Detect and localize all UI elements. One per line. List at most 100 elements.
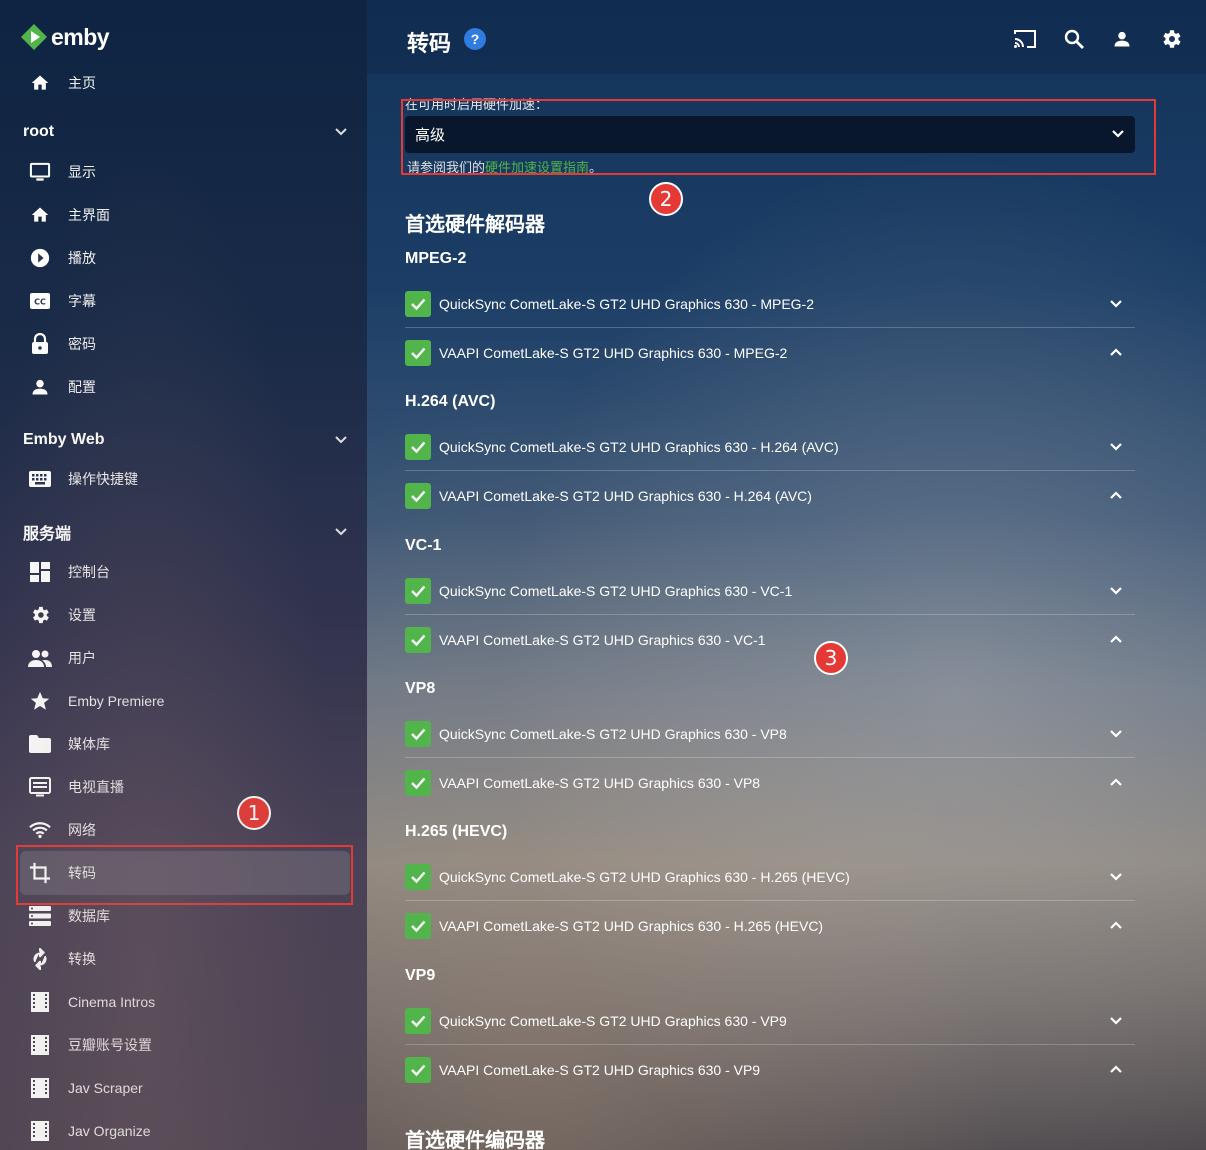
sidebar-item-settings[interactable]: 设置 bbox=[20, 593, 350, 637]
enabled-checkbox[interactable] bbox=[405, 864, 431, 890]
enabled-checkbox[interactable] bbox=[405, 434, 431, 460]
decoder-row[interactable]: VAAPI CometLake-S GT2 UHD Graphics 630 -… bbox=[405, 759, 1135, 806]
decoder-row[interactable]: VAAPI CometLake-S GT2 UHD Graphics 630 -… bbox=[405, 902, 1135, 949]
checkmark-icon bbox=[409, 438, 427, 456]
checkmark-icon bbox=[409, 344, 427, 362]
plugin-icon bbox=[28, 1119, 52, 1143]
decoder-row[interactable]: QuickSync CometLake-S GT2 UHD Graphics 6… bbox=[405, 854, 1135, 901]
hw-accel-value: 高级 bbox=[415, 127, 446, 144]
decoder-row[interactable]: QuickSync CometLake-S GT2 UHD Graphics 6… bbox=[405, 998, 1135, 1045]
enabled-checkbox[interactable] bbox=[405, 769, 431, 796]
chevron-down-icon[interactable] bbox=[1109, 870, 1123, 887]
decoder-row[interactable]: VAAPI CometLake-S GT2 UHD Graphics 630 -… bbox=[405, 616, 1135, 663]
enabled-checkbox[interactable] bbox=[405, 626, 431, 653]
sidebar-item-transcoding[interactable]: 转码 bbox=[20, 851, 350, 895]
checkmark-icon bbox=[409, 295, 427, 313]
sidebar-item-home-screen[interactable]: 主界面 bbox=[20, 193, 350, 237]
search-icon[interactable] bbox=[1061, 26, 1087, 52]
decoder-row[interactable]: QuickSync CometLake-S GT2 UHD Graphics 6… bbox=[405, 424, 1135, 471]
plugin-icon bbox=[28, 1076, 52, 1100]
hint-prefix: 请参阅我们的 bbox=[407, 160, 486, 175]
enabled-checkbox[interactable] bbox=[405, 482, 431, 509]
decoder-label: VAAPI CometLake-S GT2 UHD Graphics 630 -… bbox=[439, 774, 761, 791]
sidebar-item-label: 豆瓣账号设置 bbox=[68, 1037, 152, 1053]
hw-accel-guide-link[interactable]: 硬件加速设置指南 bbox=[485, 160, 589, 175]
decoder-label: VAAPI CometLake-S GT2 UHD Graphics 630 -… bbox=[439, 1061, 761, 1078]
sidebar-item-cinema-intros[interactable]: Cinema Intros bbox=[20, 980, 350, 1024]
emby-logo-icon bbox=[20, 23, 48, 51]
gear-icon[interactable] bbox=[1158, 26, 1184, 52]
sidebar-item-label: 设置 bbox=[68, 607, 96, 623]
sidebar-item-conversion[interactable]: 转换 bbox=[20, 937, 350, 981]
sidebar-item-dashboard[interactable]: 控制台 bbox=[20, 550, 350, 594]
sidebar-item-password[interactable]: 密码 bbox=[20, 322, 350, 366]
sidebar-item-network[interactable]: 网络 bbox=[20, 808, 350, 852]
sidebar-item-subtitles[interactable]: CC 字幕 bbox=[20, 279, 350, 323]
enabled-checkbox[interactable] bbox=[405, 721, 431, 747]
sidebar-item-home[interactable]: 主页 bbox=[20, 61, 350, 105]
enabled-checkbox[interactable] bbox=[405, 1056, 431, 1083]
decoder-row[interactable]: QuickSync CometLake-S GT2 UHD Graphics 6… bbox=[405, 281, 1135, 328]
chevron-down-icon[interactable] bbox=[1109, 584, 1123, 601]
checkmark-icon bbox=[409, 1061, 427, 1079]
sidebar-item-label: Jav Scraper bbox=[68, 1080, 143, 1096]
section-header-emby-web[interactable]: Emby Web bbox=[23, 425, 348, 455]
section-title: 服务端 bbox=[23, 526, 72, 543]
decoder-label: QuickSync CometLake-S GT2 UHD Graphics 6… bbox=[439, 726, 787, 742]
chevron-down-icon[interactable] bbox=[1109, 440, 1123, 457]
decoder-row[interactable]: QuickSync CometLake-S GT2 UHD Graphics 6… bbox=[405, 711, 1135, 758]
sidebar-item-label: 播放 bbox=[68, 250, 96, 266]
sidebar-item-jav-organize[interactable]: Jav Organize bbox=[20, 1109, 350, 1150]
sidebar-item-users[interactable]: 用户 bbox=[20, 636, 350, 680]
checkmark-icon bbox=[409, 582, 427, 600]
sidebar-item-keyboard-shortcuts[interactable]: 操作快捷键 bbox=[20, 457, 350, 501]
sidebar-item-live-tv[interactable]: 电视直播 bbox=[20, 765, 350, 809]
codec-group-title: MPEG-2 bbox=[405, 250, 467, 267]
chevron-down-icon bbox=[334, 433, 348, 447]
decoder-row[interactable]: VAAPI CometLake-S GT2 UHD Graphics 630 -… bbox=[405, 472, 1135, 519]
page-header: 转码 ? bbox=[367, 0, 1206, 74]
enabled-checkbox[interactable] bbox=[405, 1008, 431, 1034]
chevron-up-icon[interactable] bbox=[1109, 488, 1123, 505]
sidebar-item-douban-settings[interactable]: 豆瓣账号设置 bbox=[20, 1023, 350, 1067]
hw-accel-select[interactable]: 高级 bbox=[405, 116, 1135, 153]
sidebar-item-playback[interactable]: 播放 bbox=[20, 236, 350, 280]
chevron-up-icon[interactable] bbox=[1109, 918, 1123, 935]
chevron-up-icon[interactable] bbox=[1109, 632, 1123, 649]
plugin-icon bbox=[28, 1033, 52, 1057]
help-icon[interactable]: ? bbox=[464, 28, 486, 50]
sidebar-item-display[interactable]: 显示 bbox=[20, 150, 350, 194]
user-icon[interactable] bbox=[1109, 26, 1135, 52]
emby-logo[interactable]: emby bbox=[20, 22, 110, 52]
chevron-down-icon[interactable] bbox=[1109, 1014, 1123, 1031]
sidebar-item-profile[interactable]: 配置 bbox=[20, 365, 350, 409]
chevron-down-icon[interactable] bbox=[1109, 297, 1123, 314]
sync-icon bbox=[28, 947, 52, 971]
sidebar-item-jav-scraper[interactable]: Jav Scraper bbox=[20, 1066, 350, 1110]
chevron-down-icon[interactable] bbox=[1109, 727, 1123, 744]
chevron-up-icon[interactable] bbox=[1109, 345, 1123, 362]
chevron-up-icon[interactable] bbox=[1109, 775, 1123, 792]
codec-group-title: VC-1 bbox=[405, 537, 442, 554]
svg-text:CC: CC bbox=[34, 298, 46, 307]
enabled-checkbox[interactable] bbox=[405, 912, 431, 939]
decoder-row[interactable]: VAAPI CometLake-S GT2 UHD Graphics 630 -… bbox=[405, 1046, 1135, 1093]
wifi-icon bbox=[28, 818, 52, 842]
sidebar-item-library[interactable]: 媒体库 bbox=[20, 722, 350, 766]
decoder-label: VAAPI CometLake-S GT2 UHD Graphics 630 -… bbox=[439, 487, 812, 504]
chevron-up-icon[interactable] bbox=[1109, 1062, 1123, 1079]
enabled-checkbox[interactable] bbox=[405, 291, 431, 317]
sidebar-item-emby-premiere[interactable]: Emby Premiere bbox=[20, 679, 350, 723]
checkmark-icon bbox=[409, 868, 427, 886]
cast-icon[interactable] bbox=[1012, 26, 1038, 52]
sidebar-item-label: 控制台 bbox=[68, 564, 110, 580]
sidebar-item-label: 操作快捷键 bbox=[68, 471, 138, 487]
section-header-server[interactable]: 服务端 bbox=[23, 517, 348, 547]
decoder-row[interactable]: VAAPI CometLake-S GT2 UHD Graphics 630 -… bbox=[405, 329, 1135, 376]
sidebar-item-database[interactable]: 数据库 bbox=[20, 894, 350, 938]
enabled-checkbox[interactable] bbox=[405, 339, 431, 366]
decoder-row[interactable]: QuickSync CometLake-S GT2 UHD Graphics 6… bbox=[405, 568, 1135, 615]
enabled-checkbox[interactable] bbox=[405, 578, 431, 604]
hw-accel-hint: 请参阅我们的硬件加速设置指南。 bbox=[407, 157, 602, 176]
section-header-root[interactable]: root bbox=[23, 117, 348, 147]
